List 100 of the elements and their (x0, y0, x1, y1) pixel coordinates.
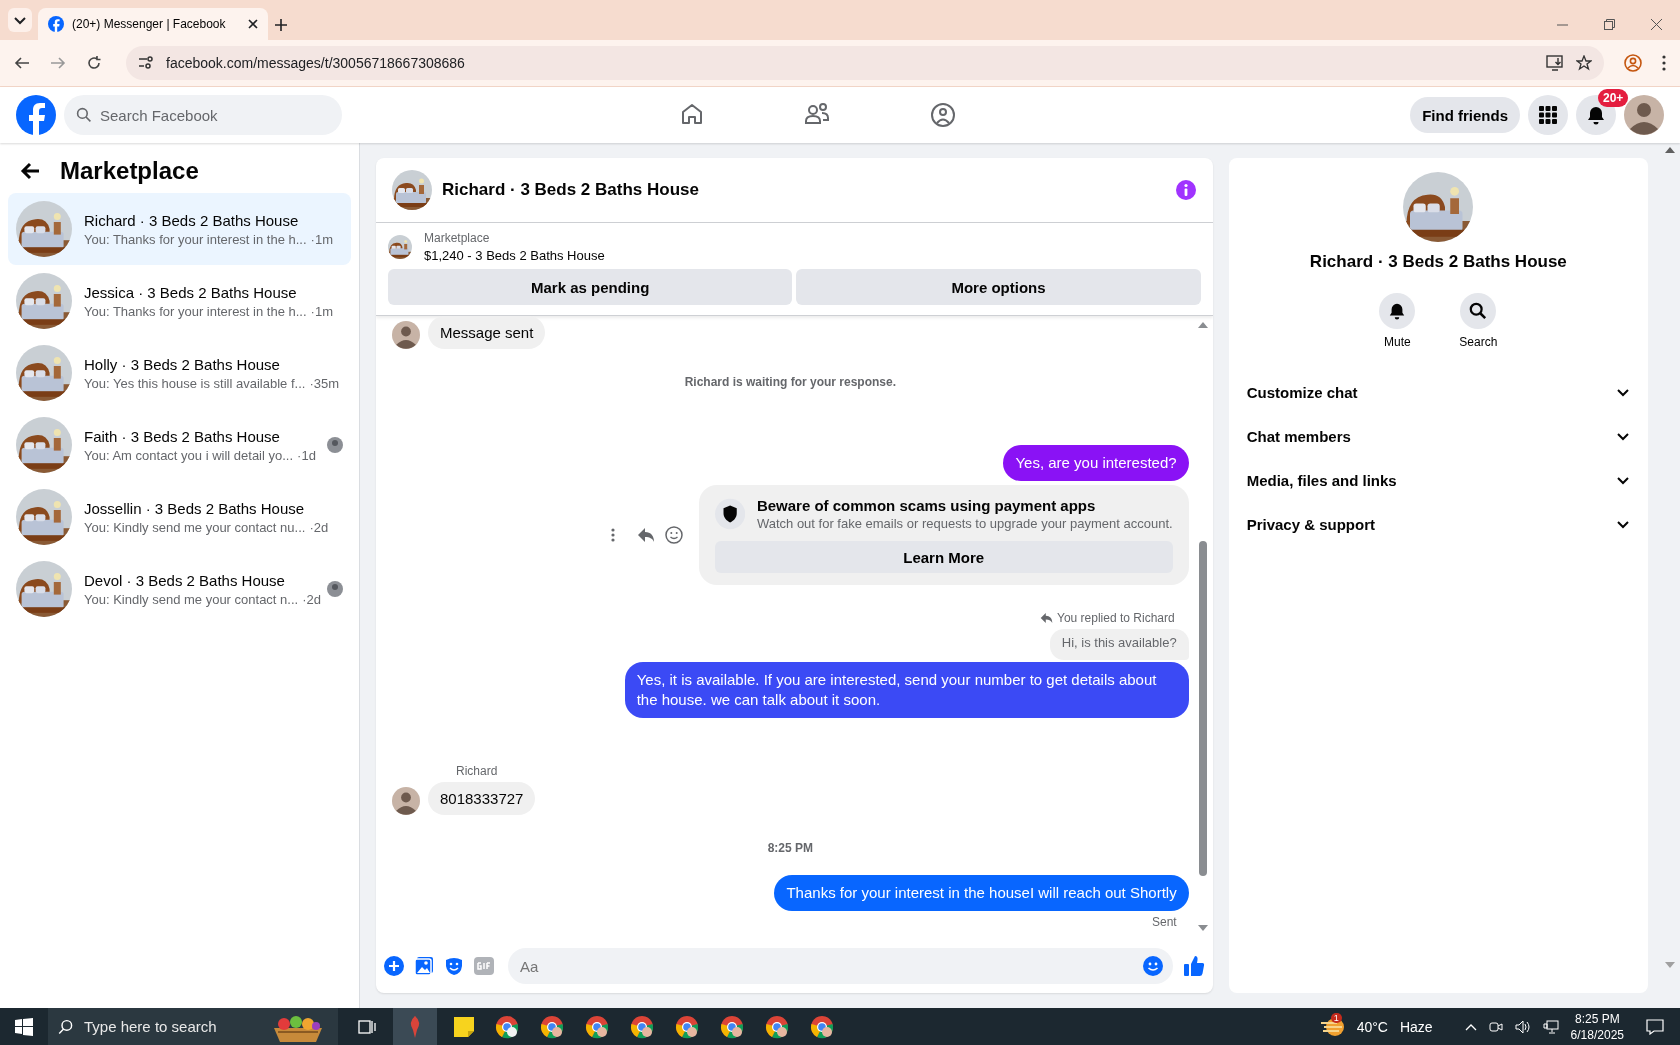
scrollbar-thumb[interactable] (1198, 541, 1207, 876)
home-icon[interactable] (680, 102, 704, 126)
friends-icon[interactable] (804, 102, 830, 126)
scroll-up-icon[interactable] (1197, 322, 1208, 328)
message-preview: You: Kindly send me your contact n... (84, 591, 299, 607)
address-bar[interactable]: facebook.com/messages/t/30056718667308686 (126, 46, 1604, 80)
more-icon[interactable] (610, 528, 615, 542)
search-button[interactable]: Search (1453, 292, 1504, 350)
task-view-icon[interactable] (358, 1018, 376, 1035)
settings-section[interactable]: Chat members (1244, 414, 1633, 458)
browser-icon[interactable] (810, 1014, 834, 1039)
new-tab-icon[interactable] (274, 18, 288, 32)
reply-context: You replied to Richard (1057, 611, 1175, 625)
settings-section[interactable]: Customize chat (1244, 370, 1633, 414)
browser-icon[interactable] (630, 1014, 654, 1039)
thumbs-up-icon[interactable] (1182, 955, 1205, 977)
message-time: ·2d (302, 591, 321, 607)
taskbar-search-field[interactable]: Type here to search (48, 1008, 338, 1045)
conversation-item[interactable]: Holly · 3 Beds 2 Baths House You: Yes this house is still available f... ·35m (8, 337, 351, 409)
message-time: ·1m (310, 231, 333, 247)
notification-center-icon[interactable] (1646, 1018, 1664, 1035)
sender-name: Richard (456, 764, 499, 778)
settings-section[interactable]: Privacy & support (1244, 502, 1633, 546)
info-icon[interactable] (1174, 179, 1197, 201)
groups-icon[interactable] (930, 102, 956, 128)
plus-icon[interactable] (384, 956, 404, 976)
message-preview: You: Am contact you i will detail yo... (84, 447, 294, 463)
mute-button[interactable]: Mute (1373, 292, 1422, 350)
browser-tab[interactable]: (20+) Messenger | Facebook (38, 8, 268, 40)
conversation-item[interactable]: Faith · 3 Beds 2 Baths House You: Am contact you i will detail yo... ·1d (8, 409, 351, 481)
conversation-item[interactable]: Jossellin · 3 Beds 2 Baths House You: Kindly send me your contact nu... ·2d (8, 481, 351, 553)
bell-icon (1388, 302, 1407, 320)
message-bubble: Thanks for your interest in the houseI will reach out Shortly (774, 875, 1189, 911)
message-preview: You: Thanks for your interest in the h... (84, 303, 307, 319)
menu-icon[interactable] (1662, 55, 1666, 71)
notification-badge: 20+ (1598, 89, 1629, 107)
learn-more-button[interactable]: Learn More (714, 541, 1173, 573)
chevron-up-icon[interactable] (1464, 1022, 1477, 1031)
search-icon (58, 1019, 74, 1035)
back-icon[interactable] (14, 55, 30, 71)
message-field[interactable]: Aa (508, 948, 1173, 984)
back-icon[interactable] (20, 162, 40, 180)
bell-icon (1586, 105, 1606, 125)
emoji-icon[interactable] (1142, 956, 1163, 976)
profile-icon[interactable] (1624, 54, 1642, 72)
reload-icon[interactable] (86, 55, 102, 71)
conversation-name: Holly · 3 Beds 2 Baths House (84, 355, 281, 373)
section-label: Privacy & support (1246, 515, 1376, 533)
temperature: 40°C (1356, 1018, 1388, 1035)
weather-widget[interactable]: 1 (1320, 1016, 1345, 1037)
close-icon[interactable] (248, 19, 258, 29)
speaker-icon[interactable] (1514, 1019, 1531, 1034)
quoted-message: Hi, is this available? (1049, 629, 1189, 660)
browser-icon[interactable] (765, 1014, 789, 1039)
browser-icon[interactable] (495, 1014, 519, 1039)
reply-icon[interactable] (636, 527, 655, 543)
message-preview: You: Thanks for your interest in the h... (84, 231, 307, 247)
clock-date: 6/18/2025 (1570, 1026, 1624, 1043)
sticky-notes-icon[interactable] (454, 1016, 474, 1037)
conversation-item[interactable]: Devol · 3 Beds 2 Baths House You: Kindly send me your contact n... ·2d (8, 553, 351, 625)
conversation-name: Faith · 3 Beds 2 Baths House (84, 427, 281, 445)
listing-action-button[interactable]: Mark as pending (388, 269, 793, 305)
conversation-item[interactable]: Jessica · 3 Beds 2 Baths House You: Thanks for your interest in the h... ·1m (8, 265, 351, 337)
sticker-icon[interactable] (444, 956, 464, 976)
windows-start-icon[interactable] (15, 1017, 33, 1036)
star-icon[interactable] (1576, 55, 1592, 71)
scroll-down-icon[interactable] (1197, 925, 1208, 931)
conversation-name: Devol · 3 Beds 2 Baths House (84, 571, 286, 589)
safety-text: Watch out for fake emails or requests to upgrade your payment account. (756, 516, 1173, 531)
weather-badge: 1 (1330, 1012, 1342, 1023)
chat-title: Richard · 3 Beds 2 Baths House (442, 180, 700, 200)
browser-icon[interactable] (675, 1014, 699, 1039)
conversation-item[interactable]: Richard · 3 Beds 2 Baths House You: Thanks for your interest in the h... ·1m (8, 193, 351, 265)
section-label: Chat members (1246, 427, 1351, 445)
browser-icon[interactable] (720, 1014, 744, 1039)
network-icon[interactable] (1542, 1019, 1559, 1034)
browser-icon[interactable] (540, 1014, 564, 1039)
clock-time: 8:25 PM (1574, 1010, 1620, 1027)
forward-icon[interactable] (50, 55, 66, 71)
listing-title: $1,240 - 3 Beds 2 Baths House (424, 248, 605, 263)
scroll-up-icon[interactable] (1665, 147, 1675, 153)
search-icon (1469, 302, 1488, 320)
find-friends-button[interactable]: Find friends (1410, 97, 1520, 133)
listing-action-button[interactable]: More options (796, 269, 1201, 305)
site-settings-icon[interactable] (138, 56, 154, 70)
camera-icon[interactable] (1488, 1019, 1503, 1034)
search-icon (76, 107, 92, 123)
facebook-logo[interactable] (16, 95, 56, 135)
search-field[interactable]: Search Facebook (64, 95, 342, 135)
feather-icon (408, 1015, 422, 1038)
message-preview: You: Yes this house is still available f... (84, 375, 306, 391)
tab-search-button[interactable] (8, 8, 32, 32)
browser-icon[interactable] (585, 1014, 609, 1039)
restore-icon[interactable] (1604, 19, 1615, 30)
tab-title: (20+) Messenger | Facebook (72, 17, 227, 31)
settings-section[interactable]: Media, files and links (1244, 458, 1633, 502)
menu-button[interactable] (1528, 95, 1568, 135)
photo-icon[interactable] (414, 956, 434, 976)
install-icon[interactable] (1546, 55, 1564, 71)
emoji-icon[interactable] (664, 526, 683, 544)
